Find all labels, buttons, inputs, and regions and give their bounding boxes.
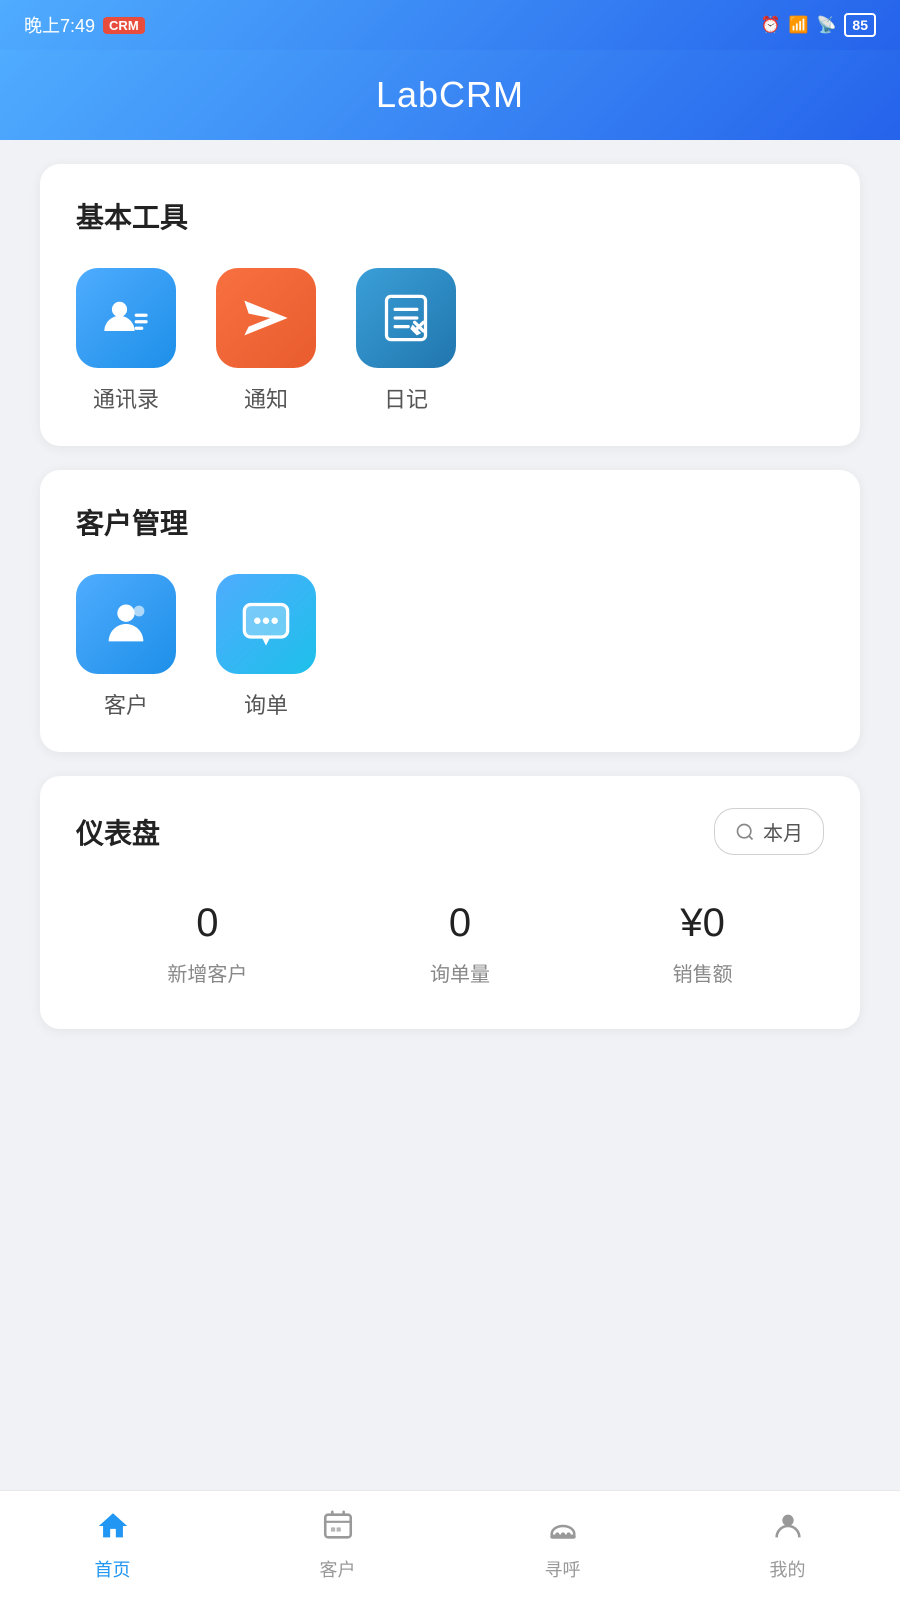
inquiry-label: 询单	[244, 688, 288, 720]
notification-icon	[240, 292, 292, 344]
filter-button[interactable]: 本月	[714, 808, 824, 855]
signal-icon: 📶	[789, 15, 809, 35]
stat-new-customers: 0 新增客户	[167, 901, 247, 987]
dashboard-title: 仪表盘	[76, 812, 160, 852]
sales-amount-label: 销售额	[673, 958, 733, 987]
main-content: 基本工具 通讯录	[0, 140, 900, 1053]
app-header: LabCRM	[0, 50, 900, 140]
customer-label: 客户	[104, 688, 148, 720]
contacts-item[interactable]: 通讯录	[76, 268, 176, 414]
inquiry-count-label: 询单量	[430, 958, 490, 987]
diary-icon	[380, 292, 432, 344]
customer-management-card: 客户管理 客户	[40, 470, 860, 752]
app-title: LabCRM	[376, 74, 524, 116]
bottom-nav: 首页 客户 寻呼	[0, 1490, 900, 1600]
crm-badge: CRM	[103, 17, 145, 34]
status-left: 晚上7:49 CRM	[24, 12, 145, 38]
customer-icon	[100, 598, 152, 650]
inquiry-icon-box	[216, 574, 316, 674]
filter-label: 本月	[763, 817, 803, 846]
wifi-icon: 📡	[817, 15, 837, 35]
dashboard-header: 仪表盘 本月	[76, 808, 824, 855]
stat-sales-amount: ¥0 销售额	[673, 901, 733, 987]
basic-tools-grid: 通讯录 通知	[76, 268, 824, 414]
contacts-icon-box	[76, 268, 176, 368]
nav-mine[interactable]: 我的	[675, 1509, 900, 1582]
customer-item[interactable]: 客户	[76, 574, 176, 720]
inquiry-icon	[240, 598, 292, 650]
stat-inquiry-count: 0 询单量	[430, 901, 490, 987]
diary-icon-box	[356, 268, 456, 368]
search-icon	[735, 822, 755, 842]
contacts-label: 通讯录	[93, 382, 159, 414]
nav-customer[interactable]: 客户	[225, 1509, 450, 1582]
nav-customer-label: 客户	[320, 1556, 356, 1582]
status-right: ⏰ 📶 📡 85	[761, 13, 876, 37]
stats-row: 0 新增客户 0 询单量 ¥0 销售额	[76, 891, 824, 997]
notification-icon-box	[216, 268, 316, 368]
status-bar: 晚上7:49 CRM ⏰ 📶 📡 85	[0, 0, 900, 50]
nav-mine-label: 我的	[770, 1556, 806, 1582]
customer-management-grid: 客户 询单	[76, 574, 824, 720]
nav-seek-label: 寻呼	[545, 1556, 581, 1582]
inquiry-count-value: 0	[449, 901, 471, 946]
diary-label: 日记	[384, 382, 428, 414]
seek-icon	[546, 1509, 580, 1548]
diary-item[interactable]: 日记	[356, 268, 456, 414]
new-customers-value: 0	[196, 901, 218, 946]
battery-display: 85	[844, 13, 876, 37]
mine-icon	[771, 1509, 805, 1548]
contacts-icon	[100, 292, 152, 344]
sales-amount-value: ¥0	[680, 901, 725, 946]
home-icon	[96, 1509, 130, 1548]
nav-seek[interactable]: 寻呼	[450, 1509, 675, 1582]
notification-item[interactable]: 通知	[216, 268, 316, 414]
basic-tools-title: 基本工具	[76, 196, 824, 236]
customer-nav-icon	[321, 1509, 355, 1548]
basic-tools-card: 基本工具 通讯录	[40, 164, 860, 446]
alarm-icon: ⏰	[761, 15, 781, 35]
new-customers-label: 新增客户	[167, 958, 247, 987]
notification-label: 通知	[244, 382, 288, 414]
inquiry-item[interactable]: 询单	[216, 574, 316, 720]
customer-icon-box	[76, 574, 176, 674]
nav-home-label: 首页	[95, 1556, 131, 1582]
time-display: 晚上7:49	[24, 12, 95, 38]
dashboard-card: 仪表盘 本月 0 新增客户 0 询单量 ¥0 销售额	[40, 776, 860, 1029]
nav-home[interactable]: 首页	[0, 1509, 225, 1582]
customer-management-title: 客户管理	[76, 502, 824, 542]
